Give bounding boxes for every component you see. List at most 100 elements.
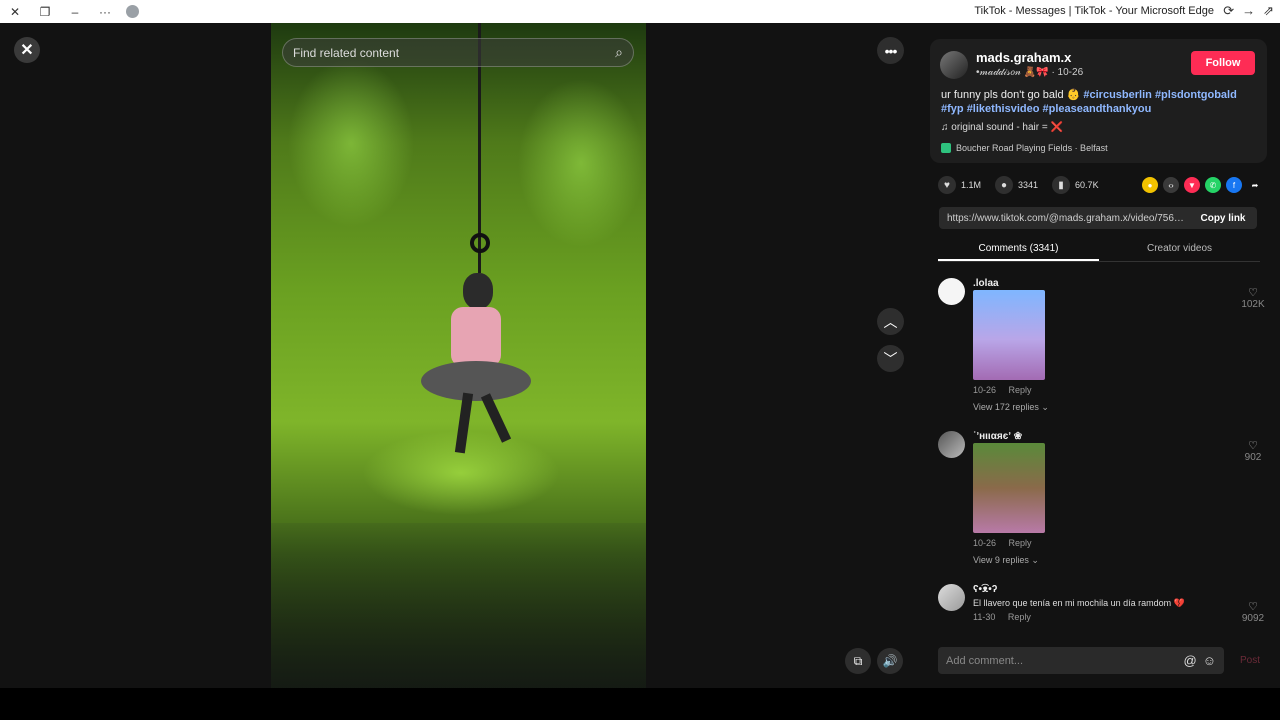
comment-like-button[interactable]: ♡ 9092 xyxy=(1238,600,1268,624)
heart-icon: ♡ xyxy=(1248,601,1258,613)
hashtag[interactable]: #plsdontgobald xyxy=(1155,89,1237,101)
close-viewer-button[interactable]: ✕ xyxy=(14,37,40,63)
comment-count: 3341 xyxy=(1018,180,1039,190)
list-item: ˙ʼнιιαяєʼ ❀ 10-26 Reply View 9 replies ⌄… xyxy=(938,431,1268,581)
hashtag[interactable]: #pleaseandthankyou xyxy=(1043,103,1152,115)
details-panel: mads.graham.x •𝓂𝒶𝒹𝒹𝒾𝓈𝑜𝓃 🧸🎀 · 10-26 Follo… xyxy=(918,23,1280,688)
share-url[interactable]: https://www.tiktok.com/@mads.graham.x/vi… xyxy=(947,213,1189,224)
embed-icon[interactable]: ‹› xyxy=(1163,177,1179,193)
comment-input[interactable] xyxy=(946,654,1178,667)
author-card: mads.graham.x •𝓂𝒶𝒹𝒹𝒾𝓈𝑜𝓃 🧸🎀 · 10-26 Follo… xyxy=(930,39,1267,163)
related-search-bar[interactable]: ⌕ xyxy=(282,38,634,67)
save-button[interactable]: ▮ 60.7K xyxy=(1052,176,1099,194)
whatsapp-icon[interactable]: ✆ xyxy=(1205,177,1221,193)
share-icon[interactable]: ⇗ xyxy=(1263,3,1274,19)
caption-text: ur funny pls don't go bald 👶 xyxy=(941,89,1084,101)
caption: ur funny pls don't go bald 👶 #circusberl… xyxy=(941,88,1259,116)
close-icon: ✕ xyxy=(20,42,34,59)
list-item: .lolaa 10-26 Reply View 172 replies ⌄ ♡ … xyxy=(938,278,1268,428)
avatar[interactable] xyxy=(940,51,968,79)
reply-button[interactable]: Reply xyxy=(1009,385,1032,395)
close-window-icon[interactable]: ✕ xyxy=(0,0,30,23)
tiktok-viewer: ✕ ⌕ ••• ︿ ﹀ ⧉ xyxy=(0,23,1280,688)
location-icon xyxy=(941,143,951,153)
facebook-icon[interactable]: f xyxy=(1226,177,1242,193)
list-item: ʕ•͡ᴥ•ʔ El llavero que tenía en mi mochil… xyxy=(938,584,1268,628)
share-options: ● ‹› ▼ ✆ f ➦ xyxy=(1142,177,1263,193)
video-area: ✕ ⌕ ••• ︿ ﹀ ⧉ xyxy=(0,23,918,688)
comment-date: 10-26 xyxy=(973,538,997,548)
forward-icon[interactable]: → xyxy=(1242,3,1255,19)
comment-image[interactable] xyxy=(973,290,1045,380)
browser-titlebar: ✕ ❐ – ··· TikTok - Messages | TikTok - Y… xyxy=(0,0,1280,23)
commenter-name[interactable]: .lolaa xyxy=(973,278,999,289)
author-name[interactable]: mads.graham.x xyxy=(976,50,1071,65)
bookmark-icon: ▮ xyxy=(1052,176,1071,194)
profile-icon[interactable] xyxy=(126,5,139,18)
comment-date: 11-30 xyxy=(973,612,996,622)
sound-link[interactable]: ♫ original sound - hair = ❌ xyxy=(941,122,1063,133)
avatar[interactable] xyxy=(938,584,965,611)
copy-link-button[interactable]: Copy link xyxy=(1189,213,1257,224)
view-replies-button[interactable]: View 172 replies ⌄ xyxy=(973,402,1049,413)
comment-like-count: 102K xyxy=(1241,299,1265,310)
comment-date: 10-26 xyxy=(973,385,997,395)
restore-window-icon[interactable]: ❐ xyxy=(30,0,60,23)
hashtag[interactable]: #circusberlin xyxy=(1083,89,1151,101)
save-count: 60.7K xyxy=(1075,180,1099,190)
comment-image[interactable] xyxy=(973,443,1045,533)
search-icon[interactable]: ⌕ xyxy=(615,44,623,61)
comment-meta: 10-26 Reply xyxy=(973,538,1042,548)
tab-creator-videos[interactable]: Creator videos xyxy=(1099,238,1260,261)
video-player[interactable] xyxy=(271,23,646,688)
video-stage-floor xyxy=(271,523,646,688)
emoji-icon[interactable]: ☺ xyxy=(1203,653,1216,668)
video-performer xyxy=(421,273,531,473)
view-replies-button[interactable]: View 9 replies ⌄ xyxy=(973,555,1039,566)
minimize-window-icon[interactable]: – xyxy=(60,0,90,23)
heart-icon: ♥ xyxy=(938,176,956,194)
avatar[interactable] xyxy=(938,431,965,458)
comment-button[interactable]: ● 3341 xyxy=(995,176,1038,194)
volume-button[interactable]: 🔊 xyxy=(877,648,903,674)
follow-button[interactable]: Follow xyxy=(1191,51,1255,75)
pip-icon: ⧉ xyxy=(853,653,863,668)
panel-tabs: Comments (3341) Creator videos xyxy=(938,238,1260,262)
share-arrow-icon[interactable]: ➦ xyxy=(1247,177,1263,193)
comment-like-button[interactable]: ♡ 102K xyxy=(1238,286,1268,310)
comment-like-count: 9092 xyxy=(1241,613,1265,624)
comment-like-count: 902 xyxy=(1244,452,1262,463)
commenter-name[interactable]: ʕ•͡ᴥ•ʔ xyxy=(973,584,997,595)
comment-input-box: @ ☺ xyxy=(938,647,1224,674)
send-icon[interactable]: ▼ xyxy=(1184,177,1200,193)
avatar[interactable] xyxy=(938,278,965,305)
comment-text: El llavero que tenía en mi mochila un dí… xyxy=(973,598,1185,608)
comment-icon: ● xyxy=(995,176,1014,194)
like-count: 1.1M xyxy=(961,180,982,190)
post-button[interactable]: Post xyxy=(1224,655,1260,666)
comment-like-button[interactable]: ♡ 902 xyxy=(1238,439,1268,463)
next-video-button[interactable]: ﹀ xyxy=(877,345,904,372)
mention-icon[interactable]: @ xyxy=(1184,653,1197,668)
reply-button[interactable]: Reply xyxy=(1009,538,1032,548)
commenter-name[interactable]: ˙ʼнιιαяєʼ ❀ xyxy=(973,431,1022,442)
video-ring xyxy=(470,233,490,253)
heart-icon: ♡ xyxy=(1248,440,1258,452)
more-icon[interactable]: ··· xyxy=(90,0,120,23)
hashtag[interactable]: #fyp xyxy=(941,103,964,115)
comment-composer: @ ☺ Post xyxy=(938,647,1260,674)
more-options-button[interactable]: ••• xyxy=(877,37,904,64)
location-link[interactable]: Boucher Road Playing Fields · Belfast xyxy=(941,143,1108,153)
previous-video-button[interactable]: ︿ xyxy=(877,308,904,335)
tab-comments[interactable]: Comments (3341) xyxy=(938,238,1099,261)
search-input[interactable] xyxy=(293,45,616,60)
like-button[interactable]: ♥ 1.1M xyxy=(938,176,981,194)
heart-icon: ♡ xyxy=(1248,287,1258,299)
chevron-down-icon: ﹀ xyxy=(883,350,898,367)
coin-icon[interactable]: ● xyxy=(1142,177,1158,193)
refresh-icon[interactable]: ⟳ xyxy=(1223,3,1234,19)
reply-button[interactable]: Reply xyxy=(1008,612,1031,622)
comment-list: .lolaa 10-26 Reply View 172 replies ⌄ ♡ … xyxy=(918,268,1280,628)
picture-in-picture-button[interactable]: ⧉ xyxy=(845,648,871,674)
hashtag[interactable]: #likethisvideo xyxy=(967,103,1040,115)
